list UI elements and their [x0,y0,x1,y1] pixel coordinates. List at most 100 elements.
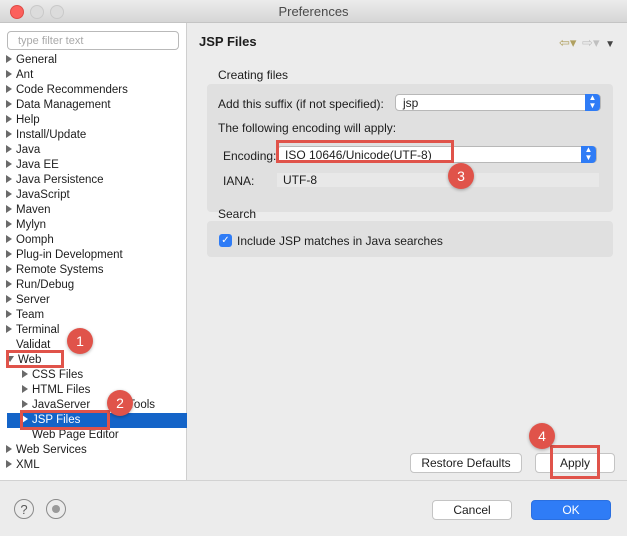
tree-item-label: Plug-in Development [16,249,123,261]
chevron-right-icon[interactable] [6,145,12,153]
tree-item-label: Java Persistence [16,174,104,186]
filter-input[interactable] [16,34,180,48]
tree-item-label: HTML Files [32,384,91,396]
tree-item[interactable]: Web Services [6,443,87,458]
tree-item[interactable]: Java Persistence [6,173,104,188]
chevron-right-icon[interactable] [6,250,12,258]
tree-item[interactable]: Help [6,113,40,128]
chevron-right-icon[interactable] [6,115,12,123]
chevron-right-icon[interactable] [6,265,12,273]
iana-value: UTF-8 [277,173,599,187]
tree-item-label: Mylyn [16,219,47,231]
encoding-label: Encoding: [223,149,277,163]
tree-item-label: Oomph [16,234,54,246]
callout-box-apply [550,445,600,479]
encoding-note: The following encoding will apply: [218,121,397,135]
callout-badge-4: 4 [529,423,555,449]
tree-item[interactable]: Terminal [6,323,59,338]
chevron-right-icon[interactable] [22,385,28,393]
tree-item[interactable]: Run/Debug [6,278,74,293]
chevron-updown-icon: ▲ ▼ [585,94,600,111]
tree-item-label: XML [16,459,40,471]
tree-item[interactable]: Remote Systems [6,263,104,278]
tree-item[interactable]: JavaScript [6,188,70,203]
import-preferences-icon[interactable] [46,499,66,519]
chevron-updown-icon: ▲ ▼ [581,146,596,163]
tree-item-label: Ant [16,69,34,81]
tree-item[interactable]: HTML Files [22,383,90,398]
tree-item[interactable]: XML [6,458,40,473]
chevron-right-icon[interactable] [22,400,28,408]
restore-defaults-button[interactable]: Restore Defaults [410,453,522,473]
include-jsp-label: Include JSP matches in Java searches [237,234,443,248]
tree-item[interactable]: Oomph [6,233,54,248]
help-icon[interactable]: ? [14,499,34,519]
chevron-right-icon[interactable] [6,325,12,333]
tree-item[interactable]: Server [6,293,50,308]
tree-item-label: Web Services [16,444,87,456]
tree-item[interactable]: Team [6,308,44,323]
suffix-label: Add this suffix (if not specified): [218,97,384,111]
tree-item-label: Remote Systems [16,264,104,276]
dialog-footer: ? Cancel OK [0,480,627,536]
preferences-window: Preferences General Ant Code Recommenders D… [0,0,627,536]
tree-item[interactable]: Plug-in Development [6,248,123,263]
creating-files-title: Creating files [218,68,289,82]
chevron-right-icon[interactable] [6,280,12,288]
tree-item-label: Data Management [16,99,111,111]
callout-badge-3: 3 [448,163,474,189]
tree-item[interactable]: Data Management [6,98,111,113]
callout-box-encoding [276,140,454,163]
cancel-button[interactable]: Cancel [432,500,512,520]
jsp-files-page: JSP Files ⇦▾ ⇨▾ ▼ Creating files Add thi… [187,23,627,480]
filter-box[interactable] [7,31,180,50]
chevron-right-icon[interactable] [6,100,12,108]
chevron-right-icon[interactable] [6,205,12,213]
tree-item-label: Install/Update [16,129,87,141]
tree-item-label: Team [16,309,45,321]
tree-item-label: CSS Files [32,369,84,381]
chevron-right-icon[interactable] [6,460,12,468]
tree-item[interactable]: CSS Files [22,368,83,383]
tree-item-label: Code Recommenders [16,84,128,96]
chevron-right-icon[interactable] [6,295,12,303]
callout-badge-1: 1 [67,328,93,354]
tree-item-label: Terminal [16,324,60,336]
back-arrow-icon[interactable]: ⇦▾ [559,35,576,51]
tree-item[interactable]: Web Page Editor [22,428,119,443]
chevron-right-icon[interactable] [6,70,12,78]
chevron-right-icon[interactable] [6,220,12,228]
callout-box-web [6,350,64,368]
chevron-right-icon[interactable] [6,85,12,93]
page-title: JSP Files [199,34,257,49]
tree-item[interactable]: General [6,53,57,68]
search-group-title: Search [218,207,257,221]
iana-label: IANA: [223,174,255,188]
suffix-select[interactable]: jsp ▲ ▼ [395,94,601,111]
tree-item[interactable]: Install/Update [6,128,86,143]
tree-item-label: Java [16,144,41,156]
tree-item[interactable]: Code Recommenders [6,83,128,98]
chevron-right-icon[interactable] [6,130,12,138]
chevron-right-icon[interactable] [22,370,28,378]
tree-item[interactable]: Java [6,143,40,158]
chevron-right-icon[interactable] [6,310,12,318]
tree-item[interactable]: Mylyn [6,218,46,233]
tree-item-label: Maven [16,204,51,216]
title-bar: Preferences [0,0,627,23]
chevron-right-icon[interactable] [6,175,12,183]
view-menu-icon[interactable]: ▼ [605,39,615,50]
include-jsp-checkbox[interactable]: ✓ [219,234,232,247]
ok-button[interactable]: OK [531,500,611,520]
suffix-value: jsp [403,96,419,110]
chevron-right-icon[interactable] [6,190,12,198]
tree-item-label: Web Page Editor [32,429,119,441]
chevron-right-icon[interactable] [6,160,12,168]
tree-item[interactable]: Java EE [6,158,59,173]
tree-item[interactable]: Maven [6,203,51,218]
forward-arrow-icon[interactable]: ⇨▾ [582,35,599,51]
chevron-right-icon[interactable] [6,235,12,243]
tree-item[interactable]: Ant [6,68,33,83]
chevron-right-icon[interactable] [6,55,12,63]
chevron-right-icon[interactable] [6,445,12,453]
